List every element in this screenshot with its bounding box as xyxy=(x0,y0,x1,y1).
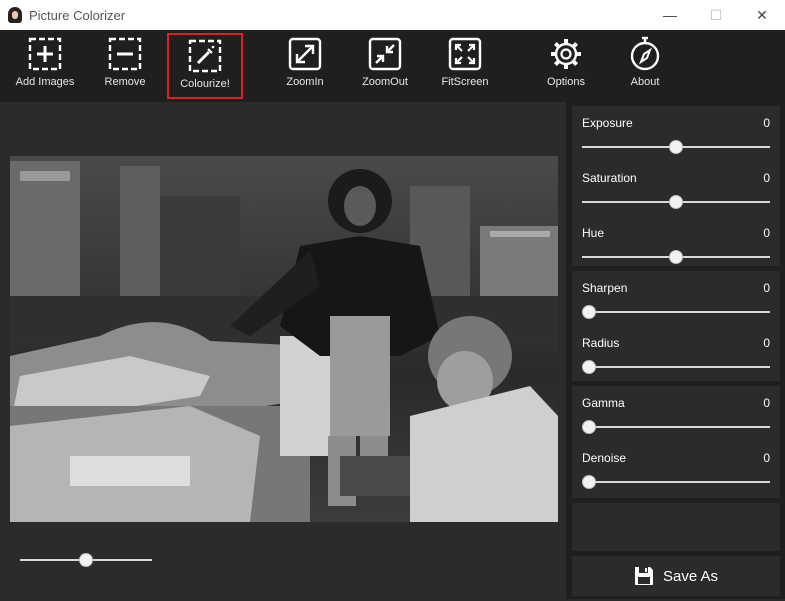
empty-group xyxy=(572,503,780,551)
exposure-control: Exposure 0 xyxy=(582,116,770,161)
fit-screen-icon xyxy=(448,37,482,71)
colourize-label: Colourize! xyxy=(180,78,230,90)
save-as-button[interactable]: Save As xyxy=(572,556,780,596)
remove-icon xyxy=(108,37,142,71)
gear-icon xyxy=(551,39,581,69)
exposure-slider[interactable] xyxy=(582,137,770,157)
compass-icon xyxy=(630,36,660,71)
colourize-wand-icon xyxy=(188,39,222,73)
hue-control: Hue 0 xyxy=(582,226,770,271)
exposure-label: Exposure xyxy=(582,116,633,130)
colourize-button[interactable]: Colourize! xyxy=(167,33,243,99)
zoom-in-icon xyxy=(288,37,322,71)
saturation-slider-thumb[interactable] xyxy=(669,195,683,209)
add-images-label: Add Images xyxy=(15,76,75,88)
gamma-label: Gamma xyxy=(582,396,625,410)
sharpen-value: 0 xyxy=(763,281,770,295)
app-logo-icon xyxy=(8,7,22,23)
saturation-value: 0 xyxy=(763,171,770,185)
sharpen-slider-thumb[interactable] xyxy=(582,305,596,319)
gamma-slider[interactable] xyxy=(582,417,770,437)
gamma-slider-thumb[interactable] xyxy=(582,420,596,434)
toolbar: Add Images Remove Colourize! ZoomIn Zoom… xyxy=(0,30,785,102)
zoom-out-button[interactable]: ZoomOut xyxy=(355,36,415,98)
zoom-out-label: ZoomOut xyxy=(362,76,408,88)
radius-control: Radius 0 xyxy=(582,336,770,381)
sharpen-slider[interactable] xyxy=(582,302,770,322)
add-images-button[interactable]: Add Images xyxy=(12,36,78,98)
denoise-control: Denoise 0 xyxy=(582,451,770,496)
sharpen-label: Sharpen xyxy=(582,281,628,295)
remove-button[interactable]: Remove xyxy=(98,36,152,98)
fit-screen-label: FitScreen xyxy=(441,76,489,88)
zoom-in-button[interactable]: ZoomIn xyxy=(275,36,335,98)
floppy-disk-icon xyxy=(634,567,653,585)
hue-slider[interactable] xyxy=(582,247,770,267)
close-button[interactable]: ✕ xyxy=(739,0,785,30)
fit-screen-button[interactable]: FitScreen xyxy=(435,36,495,98)
title-bar: Picture Colorizer — ☐ ✕ xyxy=(0,0,785,30)
zoom-out-icon xyxy=(368,37,402,71)
exposure-slider-thumb[interactable] xyxy=(669,140,683,154)
radius-slider[interactable] xyxy=(582,357,770,377)
hue-label: Hue xyxy=(582,226,605,240)
exposure-value: 0 xyxy=(763,116,770,130)
hue-value: 0 xyxy=(763,226,770,240)
denoise-slider[interactable] xyxy=(582,472,770,492)
denoise-value: 0 xyxy=(763,451,770,465)
preview-zoom-thumb[interactable] xyxy=(79,553,93,567)
radius-value: 0 xyxy=(763,336,770,350)
saturation-control: Saturation 0 xyxy=(582,171,770,216)
sharpen-group: Sharpen 0 Radius 0 xyxy=(572,271,780,381)
maximize-button[interactable]: ☐ xyxy=(693,0,739,30)
gamma-value: 0 xyxy=(763,396,770,410)
denoise-slider-thumb[interactable] xyxy=(582,475,596,489)
photo-preview[interactable] xyxy=(10,156,558,522)
add-images-icon xyxy=(28,37,62,71)
about-label: About xyxy=(630,76,660,88)
about-button[interactable]: About xyxy=(618,36,672,98)
gamma-control: Gamma 0 xyxy=(582,396,770,441)
save-as-label: Save As xyxy=(662,567,719,585)
hue-slider-thumb[interactable] xyxy=(669,250,683,264)
zoom-in-label: ZoomIn xyxy=(286,76,324,88)
saturation-label: Saturation xyxy=(582,171,637,185)
minimize-button[interactable]: — xyxy=(647,0,693,30)
radius-slider-thumb[interactable] xyxy=(582,360,596,374)
sharpen-control: Sharpen 0 xyxy=(582,281,770,326)
adjustments-panel: Exposure 0 Saturation 0 Hue 0 Sharpen 0 … xyxy=(566,102,785,599)
window-title: Picture Colorizer xyxy=(29,7,126,23)
radius-label: Radius xyxy=(582,336,620,350)
remove-label: Remove xyxy=(104,76,146,88)
saturation-slider[interactable] xyxy=(582,192,770,212)
color-adjust-group: Exposure 0 Saturation 0 Hue 0 xyxy=(572,106,780,266)
denoise-label: Denoise xyxy=(582,451,627,465)
options-label: Options xyxy=(547,76,585,88)
preview-panel xyxy=(0,102,566,599)
gamma-group: Gamma 0 Denoise 0 xyxy=(572,386,780,498)
preview-zoom-slider[interactable] xyxy=(20,550,152,570)
options-button[interactable]: Options xyxy=(538,36,594,98)
